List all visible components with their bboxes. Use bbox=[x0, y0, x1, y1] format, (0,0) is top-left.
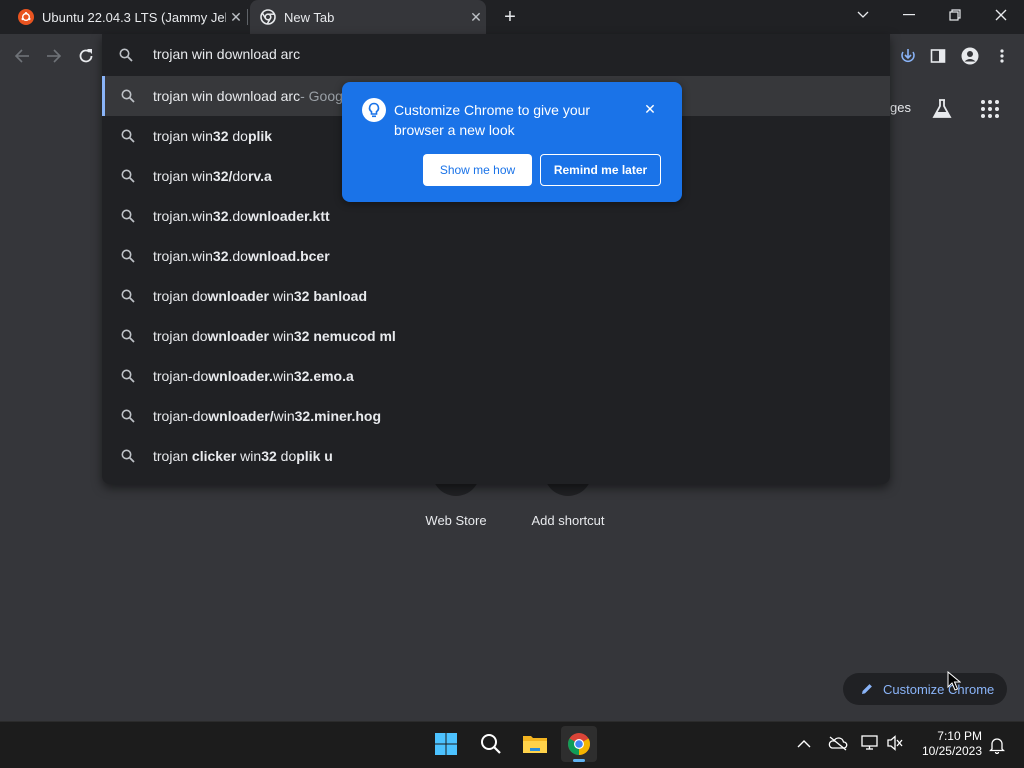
suggestion-text: trojan-downloader.win32.emo.a bbox=[153, 368, 354, 384]
shortcut-label-web-store[interactable]: Web Store bbox=[406, 513, 506, 528]
clock-time: 7:10 PM bbox=[937, 729, 982, 743]
search-icon bbox=[118, 409, 138, 423]
customize-chrome-promo: Customize Chrome to give your browser a … bbox=[342, 82, 682, 202]
suggestion-text: trojan downloader win32 banload bbox=[153, 288, 367, 304]
suggestion-text: trojan.win32.downloader.ktt bbox=[153, 208, 330, 224]
forward-icon[interactable] bbox=[42, 44, 66, 68]
search-icon bbox=[118, 89, 138, 103]
suggestion-item[interactable]: trojan clicker win32 doplik u bbox=[102, 436, 890, 476]
suggestion-text: trojan win download arc bbox=[153, 88, 301, 104]
tab-title: Ubuntu 22.04.3 LTS (Jammy Jellyfish) bbox=[42, 9, 226, 25]
suggestion-item[interactable]: trojan-downloader/win32.miner.hog bbox=[102, 396, 890, 436]
promo-close-icon[interactable]: ✕ bbox=[640, 99, 660, 119]
search-icon bbox=[118, 249, 138, 263]
remind-me-later-button[interactable]: Remind me later bbox=[540, 154, 661, 186]
tab-ubuntu[interactable]: Ubuntu 22.04.3 LTS (Jammy Jellyfish) ✕ bbox=[10, 0, 246, 34]
suggestion-text: trojan-downloader/win32.miner.hog bbox=[153, 408, 381, 424]
onedrive-off-icon[interactable] bbox=[828, 735, 848, 756]
shortcut-label-add[interactable]: Add shortcut bbox=[518, 513, 618, 528]
suggestion-item[interactable]: trojan.win32.downloader.ktt bbox=[102, 196, 890, 236]
apps-grid-icon[interactable] bbox=[980, 99, 1000, 119]
search-icon bbox=[118, 449, 138, 463]
search-icon bbox=[118, 169, 138, 183]
search-icon bbox=[118, 129, 138, 143]
active-app-indicator bbox=[573, 759, 585, 762]
suggestion-text: trojan win32 doplik bbox=[153, 128, 273, 144]
suggestion-text: trojan downloader win32 nemucod ml bbox=[153, 328, 396, 344]
side-panel-icon[interactable] bbox=[926, 44, 950, 68]
suggestion-item[interactable]: trojan-downloader.win32.emo.a bbox=[102, 356, 890, 396]
search-icon bbox=[118, 369, 138, 383]
suggestion-text: trojan win32/dorv.a bbox=[153, 168, 272, 184]
tab-close-icon[interactable]: ✕ bbox=[226, 9, 246, 26]
suggestion-item[interactable]: trojan.win32.download.bcer bbox=[102, 236, 890, 276]
new-tab-plus-icon[interactable]: + bbox=[499, 5, 521, 29]
notifications-bell-icon[interactable] bbox=[988, 736, 1006, 759]
suggestion-text: trojan clicker win32 doplik u bbox=[153, 448, 333, 464]
search-icon bbox=[119, 48, 133, 67]
back-icon[interactable] bbox=[10, 44, 34, 68]
search-icon bbox=[118, 329, 138, 343]
omnibox-input[interactable] bbox=[153, 46, 853, 62]
show-hidden-icons-icon[interactable] bbox=[797, 736, 811, 754]
taskbar-search-icon[interactable] bbox=[473, 726, 509, 762]
chrome-favicon-icon bbox=[260, 9, 276, 25]
close-window-icon[interactable] bbox=[978, 0, 1024, 30]
labs-flask-icon[interactable] bbox=[930, 97, 954, 121]
tab-title: New Tab bbox=[284, 9, 335, 25]
ubuntu-favicon-icon bbox=[18, 9, 34, 25]
chrome-menu-icon[interactable] bbox=[990, 44, 1014, 68]
customize-chrome-button[interactable]: Customize Chrome bbox=[843, 673, 1007, 705]
clock-date: 10/25/2023 bbox=[921, 744, 982, 758]
tab-new-tab[interactable]: New Tab ✕ bbox=[250, 0, 486, 34]
lightbulb-icon bbox=[362, 98, 386, 122]
file-explorer-icon[interactable] bbox=[517, 726, 553, 762]
mouse-cursor-icon bbox=[947, 670, 962, 696]
chrome-taskbar-icon[interactable] bbox=[561, 726, 597, 762]
network-icon[interactable] bbox=[860, 735, 880, 756]
search-icon bbox=[118, 289, 138, 303]
profile-icon[interactable] bbox=[958, 44, 982, 68]
show-me-how-button[interactable]: Show me how bbox=[423, 154, 532, 186]
customize-chrome-label: Customize Chrome bbox=[883, 681, 995, 697]
tab-search-chevron-icon[interactable] bbox=[840, 0, 886, 30]
suggestion-item[interactable]: trojan downloader win32 nemucod ml bbox=[102, 316, 890, 356]
selected-indicator bbox=[102, 76, 105, 116]
suggestion-text: trojan.win32.download.bcer bbox=[153, 248, 330, 264]
volume-muted-icon[interactable] bbox=[886, 735, 904, 756]
promo-message: Customize Chrome to give your browser a … bbox=[394, 102, 591, 138]
restore-icon[interactable] bbox=[932, 0, 978, 30]
suggestion-item[interactable]: trojan downloader win32 banload bbox=[102, 276, 890, 316]
search-icon bbox=[118, 209, 138, 223]
tab-separator bbox=[247, 9, 248, 25]
omnibox[interactable] bbox=[102, 34, 890, 76]
system-clock[interactable]: 7:10 PM 10/25/2023 bbox=[910, 729, 982, 759]
reload-icon[interactable] bbox=[74, 44, 98, 68]
windows-start-icon[interactable] bbox=[428, 726, 464, 762]
download-icon[interactable] bbox=[896, 44, 920, 68]
tab-close-icon[interactable]: ✕ bbox=[466, 9, 486, 26]
images-link[interactable]: ges bbox=[890, 100, 911, 115]
minimize-icon[interactable] bbox=[886, 0, 932, 30]
pencil-icon bbox=[860, 682, 874, 696]
